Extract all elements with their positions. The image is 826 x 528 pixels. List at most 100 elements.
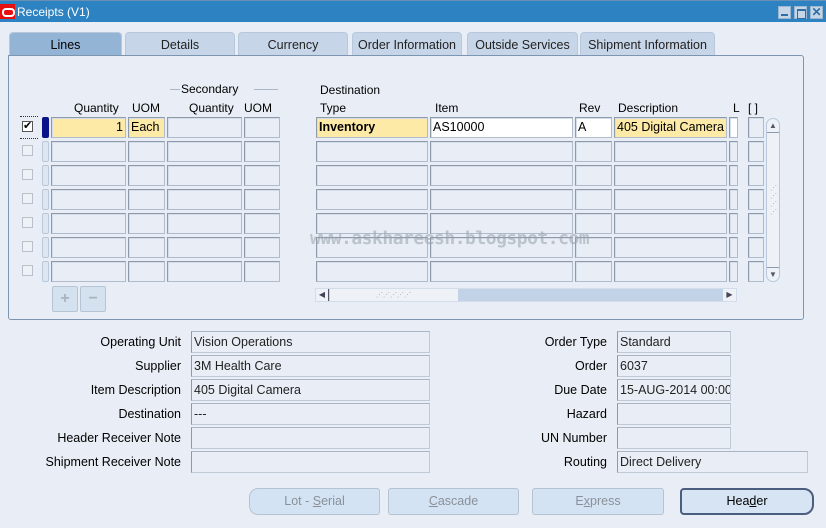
description-field[interactable] (614, 165, 727, 186)
shipment-receiver-note-field[interactable] (191, 451, 430, 473)
lot-serial-button[interactable]: Lot - Serial (249, 488, 380, 515)
minimize-button[interactable] (778, 6, 791, 19)
secondary-quantity-field[interactable] (167, 165, 242, 186)
rev-field[interactable]: A (575, 117, 612, 138)
secondary-quantity-field[interactable] (167, 117, 242, 138)
flexfield[interactable] (748, 237, 764, 258)
row-select-checkbox[interactable] (22, 193, 33, 204)
row-select-checkbox[interactable] (22, 119, 33, 132)
secondary-uom-field[interactable] (244, 165, 280, 186)
secondary-uom-field[interactable] (244, 261, 280, 282)
item-field[interactable] (430, 141, 573, 162)
quantity-field[interactable] (51, 141, 126, 162)
add-row-button[interactable]: + (52, 286, 78, 312)
destination-field[interactable]: --- (191, 403, 430, 425)
item-description-field[interactable]: 405 Digital Camera (191, 379, 430, 401)
cascade-button[interactable]: Cascade (388, 488, 519, 515)
row-select-checkbox[interactable] (22, 265, 33, 276)
flexfield[interactable] (748, 189, 764, 210)
quantity-field[interactable] (51, 165, 126, 186)
destination-type-field[interactable] (316, 141, 428, 162)
row-select-checkbox[interactable] (22, 217, 33, 228)
maximize-button[interactable] (794, 6, 807, 19)
description-field[interactable] (614, 141, 727, 162)
truncated-field[interactable] (729, 189, 738, 210)
secondary-uom-field[interactable] (244, 213, 280, 234)
description-field[interactable] (614, 213, 727, 234)
truncated-field[interactable] (729, 165, 738, 186)
description-field[interactable] (614, 237, 727, 258)
order-type-field[interactable]: Standard (617, 331, 731, 353)
tab-order-information[interactable]: Order Information (352, 32, 462, 56)
rev-field[interactable] (575, 141, 612, 162)
destination-type-field[interactable] (316, 165, 428, 186)
scroll-left-icon[interactable]: ◀ (316, 289, 329, 301)
description-field[interactable] (614, 189, 727, 210)
quantity-field[interactable] (51, 189, 126, 210)
row-select-checkbox[interactable] (22, 145, 33, 156)
record-indicator[interactable] (42, 261, 49, 282)
secondary-quantity-field[interactable] (167, 213, 242, 234)
operating-unit-field[interactable]: Vision Operations (191, 331, 430, 353)
flexfield[interactable] (748, 213, 764, 234)
secondary-quantity-field[interactable] (167, 237, 242, 258)
flexfield[interactable] (748, 261, 764, 282)
row-select-checkbox[interactable] (22, 241, 33, 252)
uom-field[interactable] (128, 189, 165, 210)
record-indicator[interactable] (42, 141, 49, 162)
uom-field[interactable] (128, 213, 165, 234)
supplier-field[interactable]: 3M Health Care (191, 355, 430, 377)
item-field[interactable] (430, 189, 573, 210)
scroll-up-icon[interactable]: ▲ (767, 119, 779, 133)
quantity-field[interactable]: 1 (51, 117, 126, 138)
flexfield[interactable] (748, 141, 764, 162)
quantity-field[interactable] (51, 213, 126, 234)
header-receiver-note-field[interactable] (191, 427, 430, 449)
flexfield[interactable] (748, 165, 764, 186)
secondary-quantity-field[interactable] (167, 141, 242, 162)
uom-field[interactable] (128, 237, 165, 258)
tab-lines[interactable]: Lines (9, 32, 122, 57)
truncated-field[interactable] (729, 237, 738, 258)
tab-shipment-information[interactable]: Shipment Information (580, 32, 715, 56)
scroll-right-icon[interactable]: ▶ (723, 289, 736, 301)
secondary-quantity-field[interactable] (167, 261, 242, 282)
close-button[interactable]: ✕ (810, 6, 823, 19)
secondary-quantity-field[interactable] (167, 189, 242, 210)
record-indicator[interactable] (42, 165, 49, 186)
routing-field[interactable]: Direct Delivery (617, 451, 808, 473)
uom-field[interactable]: Each (128, 117, 165, 138)
quantity-field[interactable] (51, 237, 126, 258)
vertical-scrollbar[interactable]: ▲ ⋰ ⋰ ⋰ ⋰ ▼ (766, 118, 780, 282)
remove-row-button[interactable]: − (80, 286, 106, 312)
uom-field[interactable] (128, 261, 165, 282)
uom-field[interactable] (128, 141, 165, 162)
record-indicator[interactable] (42, 213, 49, 234)
truncated-field[interactable] (729, 261, 738, 282)
quantity-field[interactable] (51, 261, 126, 282)
tab-outside-services[interactable]: Outside Services (467, 32, 578, 56)
flexfield[interactable] (748, 117, 764, 138)
record-indicator[interactable] (42, 237, 49, 258)
truncated-field[interactable] (729, 141, 738, 162)
description-field[interactable] (614, 261, 727, 282)
rev-field[interactable] (575, 189, 612, 210)
item-field[interactable] (430, 165, 573, 186)
destination-type-field[interactable]: Inventory (316, 117, 428, 138)
order-field[interactable]: 6037 (617, 355, 731, 377)
truncated-field[interactable] (729, 213, 738, 234)
record-indicator[interactable] (42, 117, 49, 138)
record-indicator[interactable] (42, 189, 49, 210)
secondary-uom-field[interactable] (244, 141, 280, 162)
destination-type-field[interactable] (316, 261, 428, 282)
truncated-field[interactable] (729, 117, 738, 138)
tab-currency[interactable]: Currency (238, 32, 348, 56)
un-number-field[interactable] (617, 427, 731, 449)
hazard-field[interactable] (617, 403, 731, 425)
horizontal-scrollbar[interactable]: ◀ ⋰⋰⋰⋰⋰ ▶ (315, 288, 737, 302)
item-field[interactable] (430, 261, 573, 282)
rev-field[interactable] (575, 261, 612, 282)
uom-field[interactable] (128, 165, 165, 186)
description-field[interactable]: 405 Digital Camera (614, 117, 727, 138)
row-select-checkbox[interactable] (22, 169, 33, 180)
